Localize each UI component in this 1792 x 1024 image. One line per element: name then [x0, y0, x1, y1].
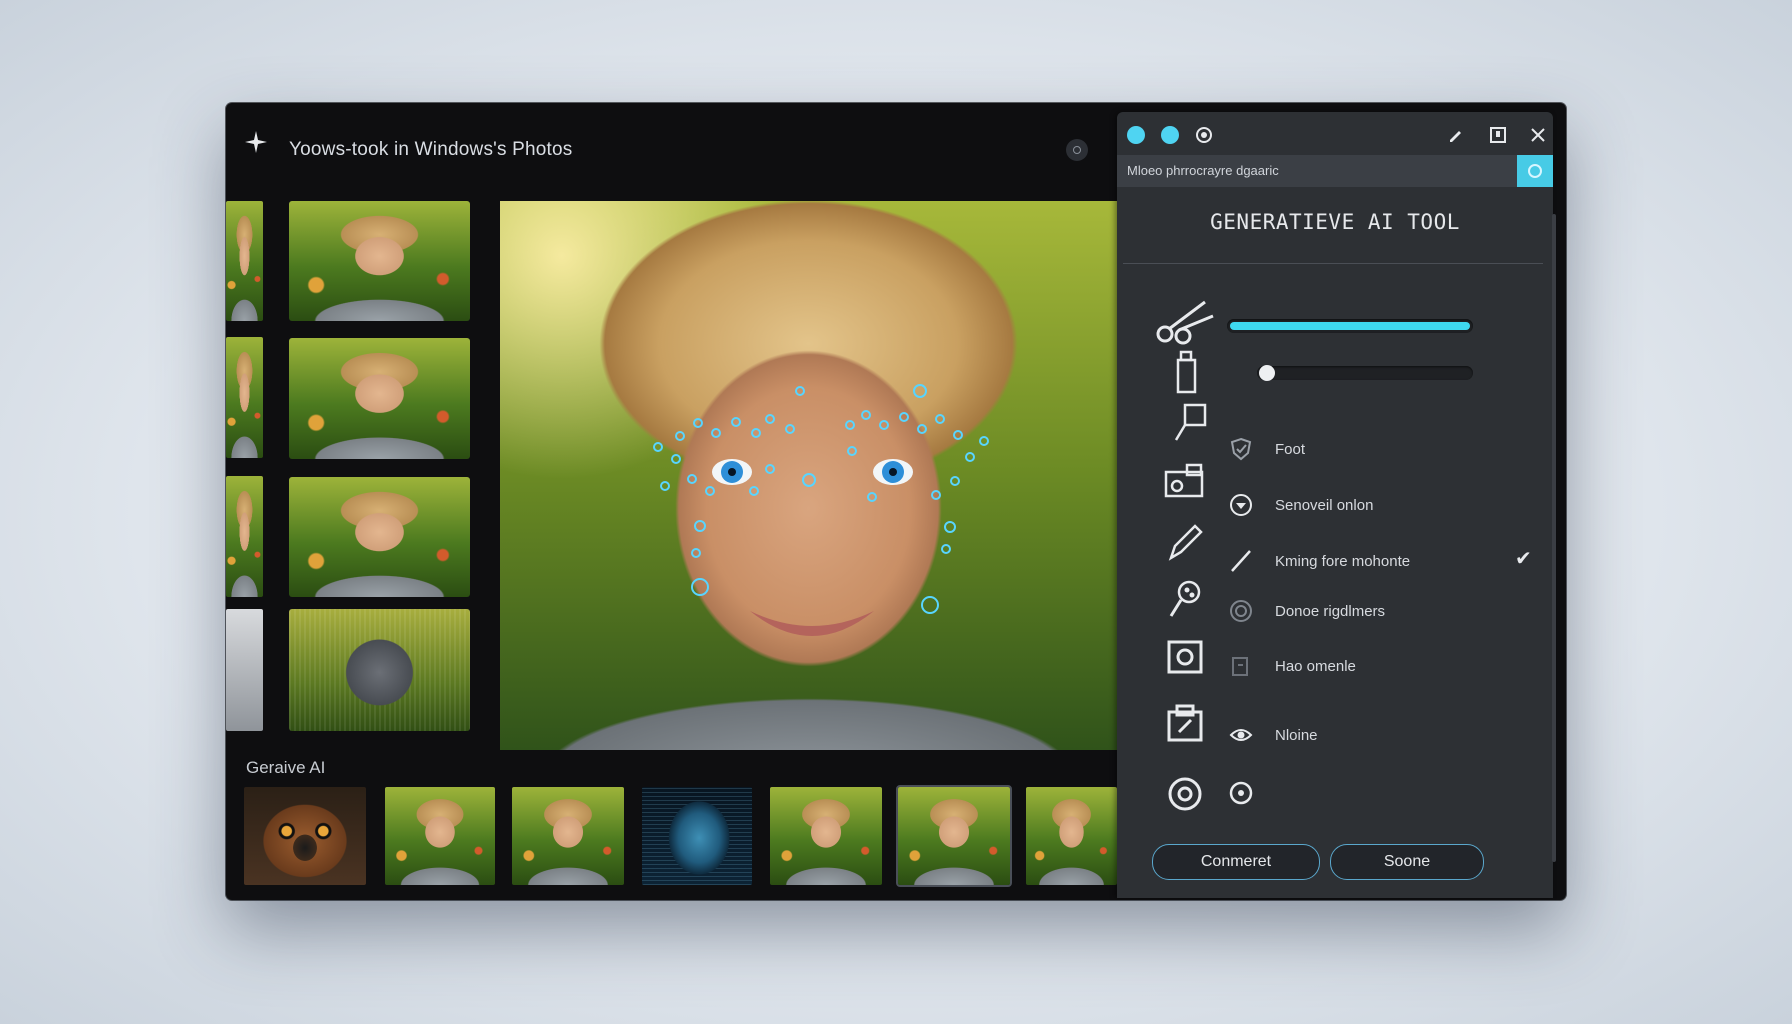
- bottle-icon[interactable]: [1175, 350, 1199, 394]
- option-label[interactable]: Kming fore mohonte: [1275, 553, 1410, 570]
- check-icon: ✔: [1515, 548, 1532, 570]
- edit-icon[interactable]: [1447, 126, 1465, 144]
- divider: [1123, 263, 1543, 264]
- thumbnail-4-mesh[interactable]: [289, 609, 470, 731]
- pen-icon[interactable]: [1165, 520, 1205, 562]
- heart-circle-icon: [1230, 494, 1252, 516]
- panel-scrollbar[interactable]: [1552, 214, 1556, 862]
- partial-thumbnail[interactable]: [226, 476, 263, 597]
- record-icon[interactable]: [1229, 781, 1253, 805]
- gallery-label: Geraive AI: [246, 758, 326, 777]
- option-label[interactable]: Senoveil onlon: [1275, 497, 1373, 514]
- photos-app-window: Yoows-took in Windows's Photos Geraive A…: [226, 103, 1566, 900]
- thumbnail-1[interactable]: [289, 201, 470, 321]
- frame-target-icon[interactable]: [1165, 638, 1205, 676]
- gallery-thumbnail[interactable]: [1026, 787, 1117, 885]
- partial-thumbnail[interactable]: [226, 609, 263, 731]
- partial-thumbnail[interactable]: [226, 201, 263, 321]
- crop-icon[interactable]: [1173, 402, 1209, 444]
- eye-shape-icon: [1229, 729, 1253, 741]
- target-tool-icon[interactable]: [1195, 126, 1213, 144]
- thumbnail-2[interactable]: [289, 338, 470, 459]
- title-action-icon[interactable]: [1066, 139, 1088, 161]
- gallery-thumbnail-selected[interactable]: [896, 785, 1012, 887]
- generative-ai-panel: Mloeo phrrocrayre dgaaric GENERATIEVE AI…: [1117, 112, 1553, 898]
- frame-icon: [1232, 657, 1248, 676]
- partial-thumbnail[interactable]: [226, 337, 263, 458]
- clipboard-edit-icon[interactable]: [1165, 702, 1205, 744]
- close-icon[interactable]: [1529, 126, 1547, 144]
- option-label[interactable]: Donoe rigdlmers: [1275, 603, 1385, 620]
- gallery-thumbnail-hawk[interactable]: [244, 787, 366, 885]
- search-field[interactable]: Mloeo phrrocrayre dgaaric: [1117, 155, 1517, 187]
- option-label[interactable]: Nloine: [1275, 727, 1318, 744]
- brush-tool-icon[interactable]: [1127, 126, 1145, 144]
- scissors-icon[interactable]: [1153, 296, 1219, 346]
- detail-slider-knob[interactable]: [1259, 365, 1275, 381]
- option-label[interactable]: Hao omenle: [1275, 658, 1356, 675]
- panel-title: GENERATIEVE AI TOOL: [1210, 210, 1460, 234]
- paint-brush-icon[interactable]: [1167, 578, 1203, 622]
- title-bar: Yoows-took in Windows's Photos: [226, 103, 1116, 175]
- eraser-tool-icon[interactable]: [1161, 126, 1179, 144]
- strength-slider-fill: [1230, 322, 1470, 330]
- comment-button[interactable]: Conmeret: [1152, 844, 1320, 880]
- face-tracking-overlay: [653, 384, 989, 636]
- app-logo-icon: [245, 131, 267, 153]
- window-title: Yoows-took in Windows's Photos: [289, 139, 573, 160]
- main-photo-canvas[interactable]: [500, 201, 1117, 750]
- detail-slider[interactable]: [1257, 365, 1473, 381]
- strength-slider[interactable]: [1227, 319, 1473, 333]
- share-button[interactable]: Soone: [1330, 844, 1484, 880]
- gallery-thumbnail[interactable]: [512, 787, 624, 885]
- thumbnail-3[interactable]: [289, 477, 470, 597]
- maximize-icon[interactable]: [1489, 126, 1507, 144]
- gallery-thumbnail[interactable]: [385, 787, 495, 885]
- option-label[interactable]: Foot: [1275, 441, 1305, 458]
- shield-icon: [1230, 437, 1252, 461]
- camera-icon[interactable]: [1163, 462, 1207, 500]
- gallery-thumbnail-robot[interactable]: [642, 787, 752, 885]
- search-button[interactable]: [1517, 155, 1553, 187]
- gallery-thumbnail[interactable]: [770, 787, 882, 885]
- refresh-icon[interactable]: [1165, 774, 1205, 814]
- slash-icon: [1231, 550, 1251, 572]
- ring-icon: [1230, 600, 1252, 622]
